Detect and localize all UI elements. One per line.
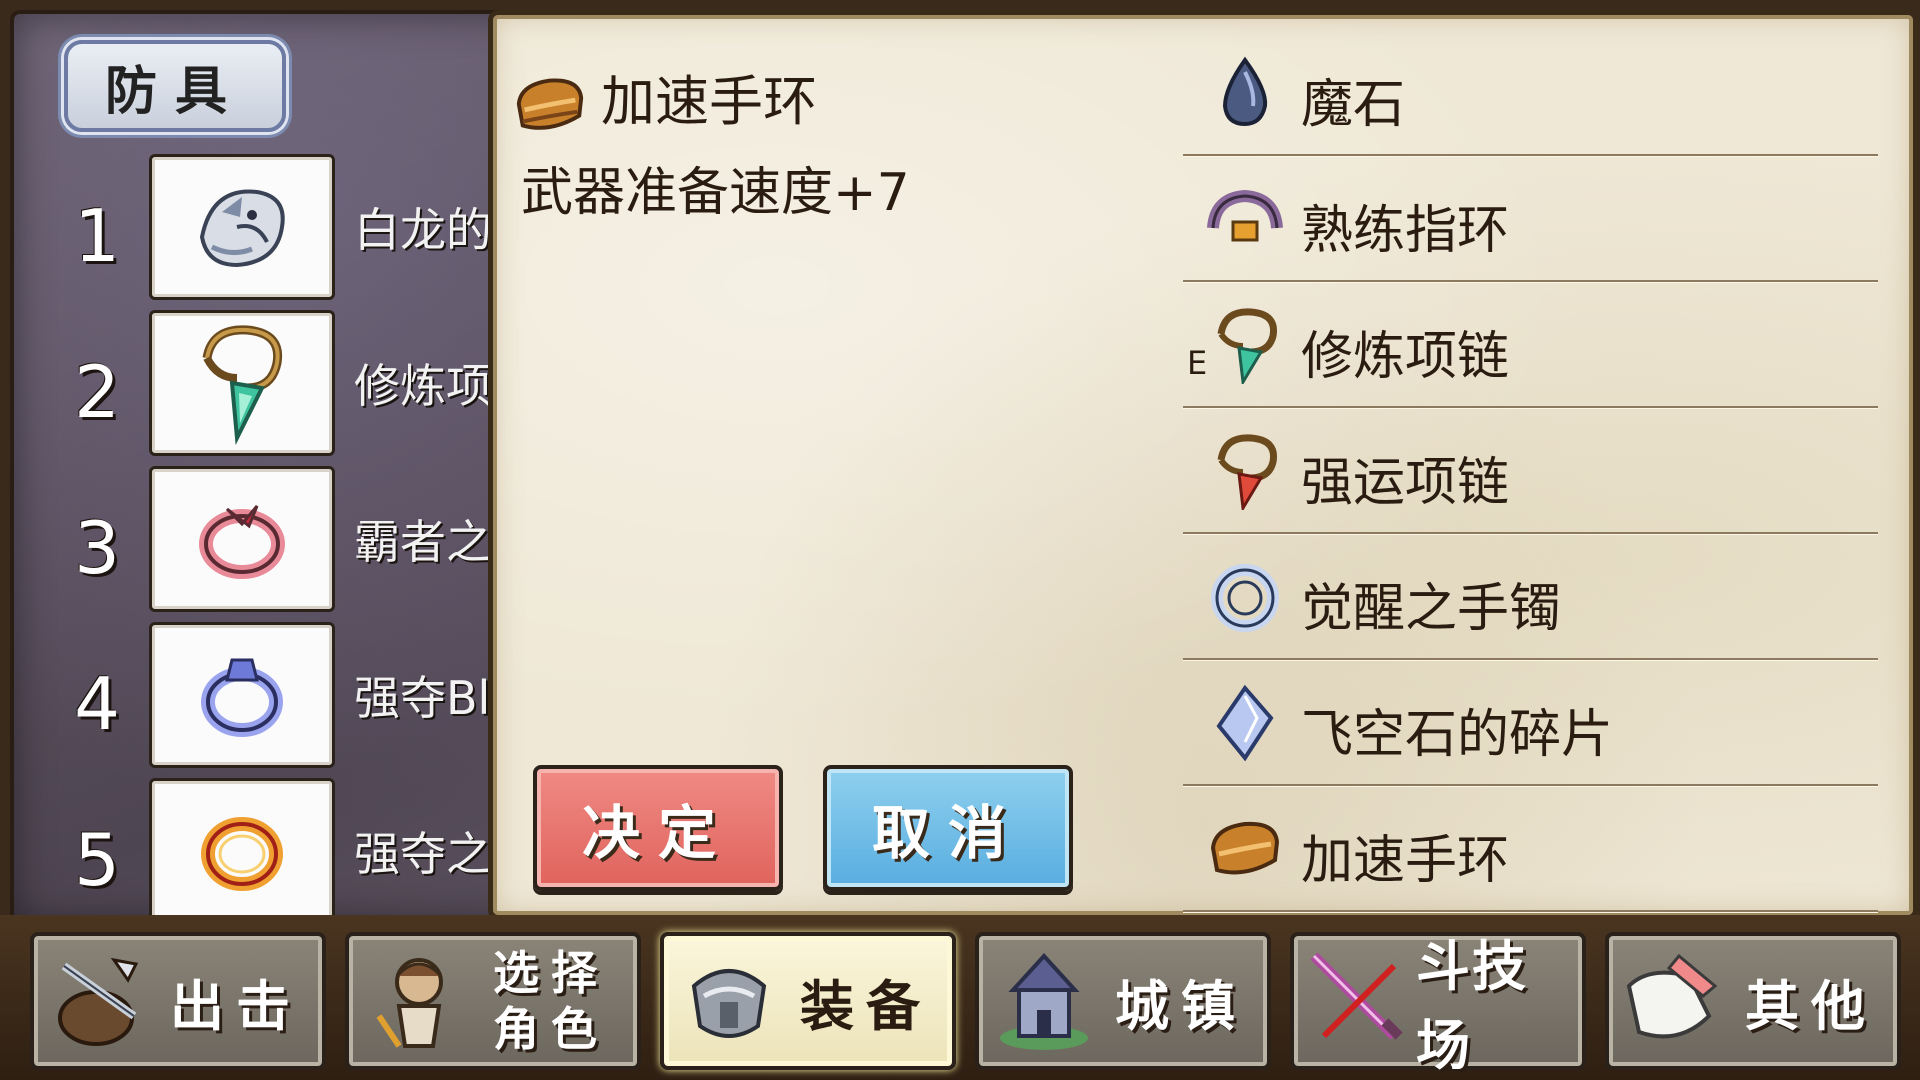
inventory-item-name: 强运项链 bbox=[1301, 453, 1510, 513]
slot-name: 强夺之 bbox=[354, 827, 492, 881]
other-icon bbox=[1626, 953, 1718, 1039]
speed-bracelet-icon bbox=[516, 78, 584, 130]
sky-stone-shard-icon bbox=[1216, 684, 1274, 762]
inventory-item[interactable]: E 修炼项链 bbox=[1183, 282, 1878, 408]
section-title: 防具 bbox=[64, 40, 286, 132]
nav-label: 选择 角色 bbox=[471, 936, 631, 1066]
slot-number: 4 bbox=[74, 662, 120, 746]
inventory-item-name: 魔石 bbox=[1301, 75, 1406, 135]
nav-label: 出击 bbox=[170, 974, 302, 1038]
skill-ring-icon bbox=[1207, 189, 1283, 242]
detail-title: 加速手环 bbox=[601, 70, 817, 133]
nav-label: 斗技场 bbox=[1416, 935, 1528, 1077]
inventory-item-name: 飞空石的碎片 bbox=[1301, 705, 1614, 765]
slot-icon-box[interactable] bbox=[149, 310, 335, 456]
detail-description: 武器准备速度+7 bbox=[521, 163, 910, 223]
inventory-item[interactable]: 加速手环 bbox=[1183, 786, 1878, 912]
inventory-item-name: 熟练指环 bbox=[1301, 201, 1510, 261]
slot-name: 修炼项 bbox=[354, 359, 492, 413]
nav-character-select-button[interactable]: 选择 角色 bbox=[345, 932, 641, 1070]
slot-icon-box[interactable] bbox=[149, 154, 335, 300]
slot-name: 强夺Bl bbox=[354, 671, 491, 725]
inventory-item[interactable]: 魔石 bbox=[1183, 30, 1878, 156]
cancel-button[interactable]: 取消 bbox=[823, 765, 1073, 891]
slot-name: 霸者之 bbox=[354, 515, 492, 569]
nav-label: 装备 bbox=[800, 974, 932, 1038]
slot-name: 白龙的 bbox=[354, 203, 492, 257]
nav-arena-button[interactable]: 斗技场 bbox=[1290, 932, 1586, 1077]
training-necklace-icon bbox=[202, 325, 283, 446]
nav-label-line2: 角色 bbox=[493, 1002, 609, 1056]
sortie-icon bbox=[58, 957, 139, 1046]
slot-icon-box[interactable] bbox=[149, 778, 335, 924]
inventory-item[interactable]: 熟练指环 bbox=[1183, 156, 1878, 282]
inventory-list: 魔石 熟练指环 E 修炼项链 强运项链 觉醒之手镯 飞空石的碎片 加速手环 bbox=[1183, 30, 1878, 912]
nav-sortie-button[interactable]: 出击 bbox=[30, 932, 326, 1070]
awakening-bangle-icon bbox=[1211, 564, 1279, 632]
luck-necklace-icon bbox=[1217, 434, 1278, 510]
arena-icon bbox=[1310, 952, 1403, 1040]
nav-label-line1: 选择 bbox=[493, 946, 609, 1000]
nav-label: 城镇 bbox=[1115, 974, 1247, 1038]
slot-icon-box[interactable] bbox=[149, 466, 335, 612]
character-select-icon bbox=[376, 958, 443, 1048]
plunder-ring-icon bbox=[201, 817, 283, 891]
slot-number: 1 bbox=[74, 194, 120, 278]
item-select-panel: 加速手环 武器准备速度+7 决定 取消 魔石 熟练指环 E 修炼项链 强运项链 … bbox=[488, 10, 1918, 920]
town-icon bbox=[1000, 953, 1088, 1050]
nav-other-button[interactable]: 其他 bbox=[1605, 932, 1901, 1070]
slot-number: 5 bbox=[74, 818, 120, 902]
slot-number: 2 bbox=[74, 350, 120, 434]
inventory-item-name: 修炼项链 bbox=[1301, 327, 1510, 387]
inventory-item-name: 觉醒之手镯 bbox=[1301, 579, 1562, 639]
magic-stone-icon bbox=[1222, 56, 1268, 127]
inventory-item-name: 加速手环 bbox=[1301, 831, 1510, 891]
slot-icon-box[interactable] bbox=[149, 622, 335, 768]
inventory-item[interactable]: 强运项链 bbox=[1183, 408, 1878, 534]
nav-label: 其他 bbox=[1745, 974, 1877, 1038]
bottom-nav: 出击 选择 角色 装备 城镇 斗技场 其他 bbox=[0, 915, 1920, 1080]
slot-number: 3 bbox=[74, 506, 120, 590]
inventory-item[interactable]: 飞空石的碎片 bbox=[1183, 660, 1878, 786]
equipment-icon bbox=[691, 969, 767, 1038]
white-dragon-icon bbox=[199, 189, 285, 268]
speed-bracelet-icon bbox=[1210, 821, 1280, 875]
training-necklace-icon bbox=[1217, 308, 1278, 384]
inventory-item[interactable]: 觉醒之手镯 bbox=[1183, 534, 1878, 660]
nav-equipment-button[interactable]: 装备 bbox=[660, 932, 956, 1070]
plunder-bl-ring-icon bbox=[201, 658, 283, 737]
confirm-button[interactable]: 决定 bbox=[533, 765, 783, 891]
nav-town-button[interactable]: 城镇 bbox=[975, 932, 1271, 1070]
overlord-ring-icon bbox=[199, 505, 285, 579]
